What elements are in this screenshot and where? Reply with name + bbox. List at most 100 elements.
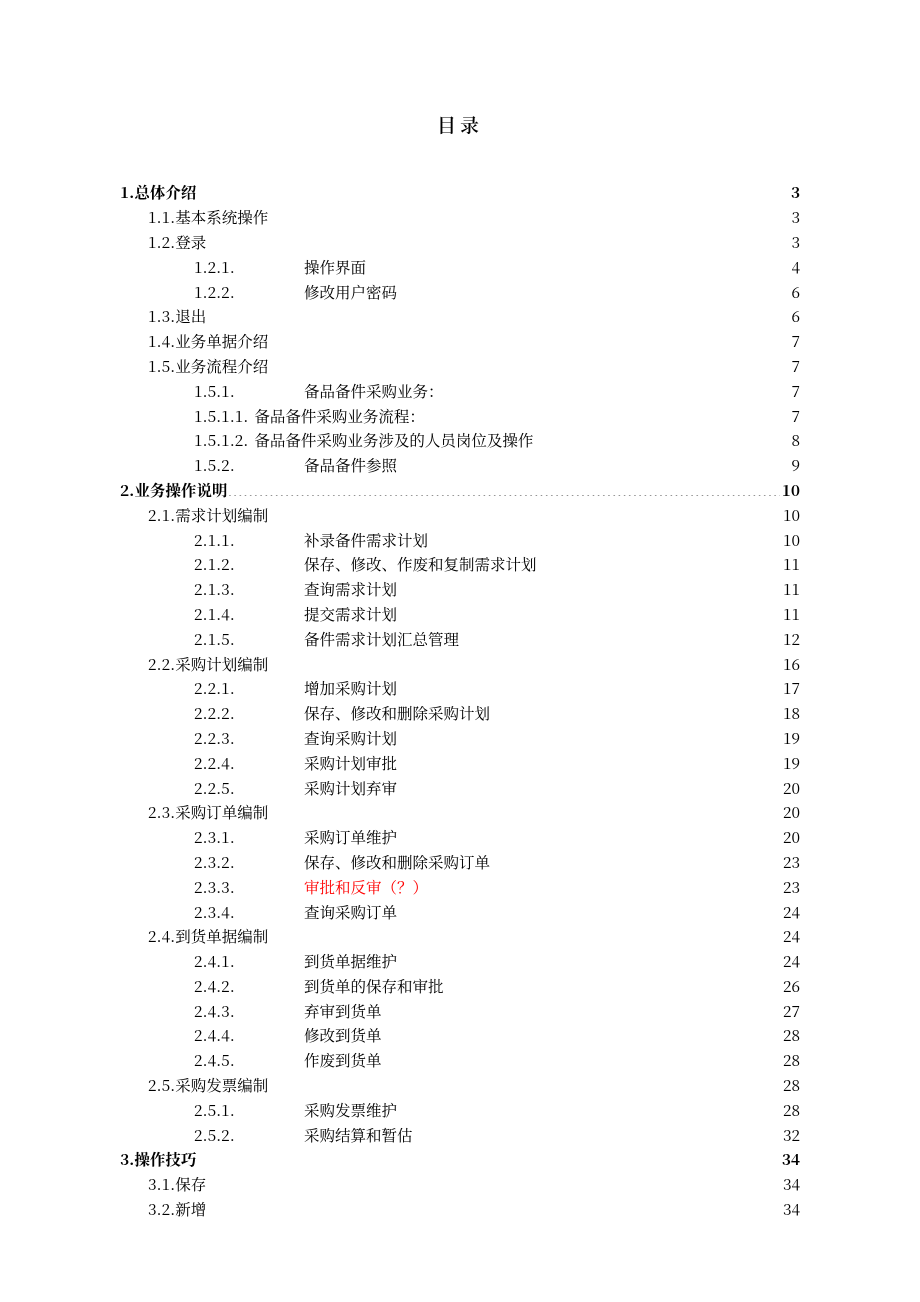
toc-entry-text: 审批和反审（？）: [304, 875, 428, 900]
toc-entry-number: 2.2.1.: [194, 676, 304, 701]
table-of-contents: 1. 总体介绍31.1. 基本系统操作31.2. 登录31.2.1.操作界面41…: [120, 180, 800, 1221]
toc-entry[interactable]: 2.4.1.到货单据维护24: [194, 949, 800, 974]
toc-entry-page: 32: [781, 1123, 800, 1148]
toc-leader-dots: [490, 704, 781, 720]
toc-entry-number: 2.1.: [148, 503, 175, 528]
toc-entry-text: 修改到货单: [304, 1023, 382, 1048]
toc-entry[interactable]: 3.1. 保存34: [148, 1172, 800, 1197]
toc-entry-number: 2.2.2.: [194, 701, 304, 726]
toc-entry-text: 查询采购订单: [304, 900, 397, 925]
toc-entry[interactable]: 2.1.3.查询需求计划11: [194, 577, 800, 602]
toc-entry[interactable]: 3. 操作技巧34: [120, 1147, 800, 1172]
toc-entry-text: 保存、修改和删除采购订单: [304, 850, 490, 875]
toc-leader-dots: [206, 1175, 781, 1191]
toc-entry-text: 业务单据介绍: [175, 329, 268, 354]
toc-entry[interactable]: 2.2.4.采购计划审批19: [194, 751, 800, 776]
toc-entry[interactable]: 2.2.3.查询采购计划19: [194, 726, 800, 751]
toc-entry-page: 10: [781, 528, 800, 553]
toc-entry-page: 11: [781, 552, 800, 577]
toc-entry-page: 11: [781, 577, 800, 602]
toc-entry[interactable]: 1.5.1.2.备品备件采购业务涉及的人员岗位及操作8: [194, 428, 800, 453]
toc-entry[interactable]: 1.4. 业务单据介绍7: [148, 329, 800, 354]
toc-entry[interactable]: 2.4.3.弃审到货单27: [194, 999, 800, 1024]
toc-entry-number: 2.4.2.: [194, 974, 304, 999]
toc-entry-text: 增加采购计划: [304, 676, 397, 701]
toc-entry[interactable]: 1.5.1.1.备品备件采购业务流程：7: [194, 404, 800, 429]
toc-entry-text: 保存、修改和删除采购计划: [304, 701, 490, 726]
toc-entry-number: 2.3.2.: [194, 850, 304, 875]
toc-entry[interactable]: 2.5.1.采购发票维护28: [194, 1098, 800, 1123]
toc-entry[interactable]: 2.1.1.补录备件需求计划10: [194, 528, 800, 553]
toc-entry[interactable]: 2.5.2.采购结算和暂估32: [194, 1123, 800, 1148]
toc-entry-text: 总体介绍: [134, 180, 196, 205]
toc-entry-page: 18: [781, 701, 800, 726]
toc-entry[interactable]: 2.4.5.作废到货单28: [194, 1048, 800, 1073]
toc-entry-number: 1.2.: [148, 230, 175, 255]
toc-entry-text: 备品备件采购业务涉及的人员岗位及操作: [254, 428, 533, 453]
toc-entry-number: 2.4.3.: [194, 999, 304, 1024]
toc-entry[interactable]: 2.5. 采购发票编制28: [148, 1073, 800, 1098]
toc-entry-page: 12: [781, 627, 800, 652]
toc-entry-text: 采购结算和暂估: [304, 1123, 413, 1148]
toc-entry-text: 到货单据编制: [175, 924, 268, 949]
toc-entry-number: 2.4.: [148, 924, 175, 949]
toc-entry-number: 3.: [120, 1147, 134, 1172]
toc-entry-page: 17: [781, 676, 800, 701]
toc-leader-dots: [490, 852, 781, 868]
toc-entry[interactable]: 3.2. 新增34: [148, 1197, 800, 1222]
toc-entry[interactable]: 2.2.5.采购计划弃审20: [194, 776, 800, 801]
toc-leader-dots: [397, 753, 781, 769]
toc-leader-dots: [397, 604, 781, 620]
toc-entry-number: 3.1.: [148, 1172, 175, 1197]
toc-entry[interactable]: 1.5.1.备品备件采购业务：7: [194, 379, 800, 404]
toc-leader-dots: [268, 332, 789, 348]
toc-entry[interactable]: 2.4. 到货单据编制24: [148, 924, 800, 949]
toc-entry-page: 34: [780, 1147, 800, 1172]
toc-entry[interactable]: 2.1. 需求计划编制10: [148, 503, 800, 528]
toc-entry[interactable]: 2. 业务操作说明10: [120, 478, 800, 503]
toc-leader-dots: [382, 1051, 781, 1067]
toc-entry-page: 19: [781, 726, 800, 751]
toc-entry[interactable]: 2.3.1.采购订单维护20: [194, 825, 800, 850]
toc-entry[interactable]: 2.2.2.保存、修改和删除采购计划 18: [194, 701, 800, 726]
toc-entry-number: 2.1.4.: [194, 602, 304, 627]
toc-entry-page: 20: [781, 800, 800, 825]
toc-entry[interactable]: 2.3. 采购订单编制20: [148, 800, 800, 825]
toc-entry[interactable]: 1.2. 登录3: [148, 230, 800, 255]
toc-leader-dots: [459, 629, 781, 645]
toc-entry[interactable]: 1.5. 业务流程介绍7: [148, 354, 800, 379]
toc-entry[interactable]: 2.1.2.保存、修改、作废和复制需求计划11: [194, 552, 800, 577]
toc-leader-dots: [382, 1001, 781, 1017]
toc-entry-page: 4: [789, 255, 800, 280]
toc-leader-dots: [397, 679, 781, 695]
toc-entry[interactable]: 2.3.2.保存、修改和删除采购订单23: [194, 850, 800, 875]
toc-entry[interactable]: 1. 总体介绍3: [120, 180, 800, 205]
toc-entry-number: 2.2.3.: [194, 726, 304, 751]
toc-entry-page: 3: [789, 205, 800, 230]
toc-entry[interactable]: 2.4.4.修改到货单28: [194, 1023, 800, 1048]
toc-entry[interactable]: 1.3. 退出6: [148, 304, 800, 329]
toc-entry-page: 8: [789, 428, 800, 453]
toc-entry[interactable]: 1.5.2.备品备件参照9: [194, 453, 800, 478]
toc-entry[interactable]: 2.1.4.提交需求计划11: [194, 602, 800, 627]
document-page: 目录 1. 总体介绍31.1. 基本系统操作31.2. 登录31.2.1.操作界…: [0, 0, 920, 1302]
toc-entry-page: 23: [781, 875, 800, 900]
toc-entry[interactable]: 2.1.5.备件需求计划汇总管理12: [194, 627, 800, 652]
toc-entry[interactable]: 2.3.4.查询采购订单24: [194, 900, 800, 925]
toc-entry-number: 2.2.4.: [194, 751, 304, 776]
toc-entry-number: 2.1.1.: [194, 528, 304, 553]
toc-entry[interactable]: 1.2.2.修改用户密码6: [194, 280, 800, 305]
toc-leader-dots: [366, 257, 789, 273]
toc-entry[interactable]: 2.2.1.增加采购计划 17: [194, 676, 800, 701]
toc-entry[interactable]: 2.3.3.审批和反审（？）23: [194, 875, 800, 900]
toc-entry[interactable]: 2.2. 采购计划编制16: [148, 652, 800, 677]
toc-entry-number: 1.2.1.: [194, 255, 304, 280]
toc-entry-page: 28: [781, 1073, 800, 1098]
toc-entry[interactable]: 1.2.1.操作界面4: [194, 255, 800, 280]
toc-leader-dots: [428, 530, 781, 546]
toc-entry-page: 34: [781, 1172, 800, 1197]
toc-entry-number: 2.2.: [148, 652, 175, 677]
toc-entry[interactable]: 2.4.2.到货单的保存和审批26: [194, 974, 800, 999]
toc-entry[interactable]: 1.1. 基本系统操作3: [148, 205, 800, 230]
toc-leader-dots: [206, 232, 789, 248]
